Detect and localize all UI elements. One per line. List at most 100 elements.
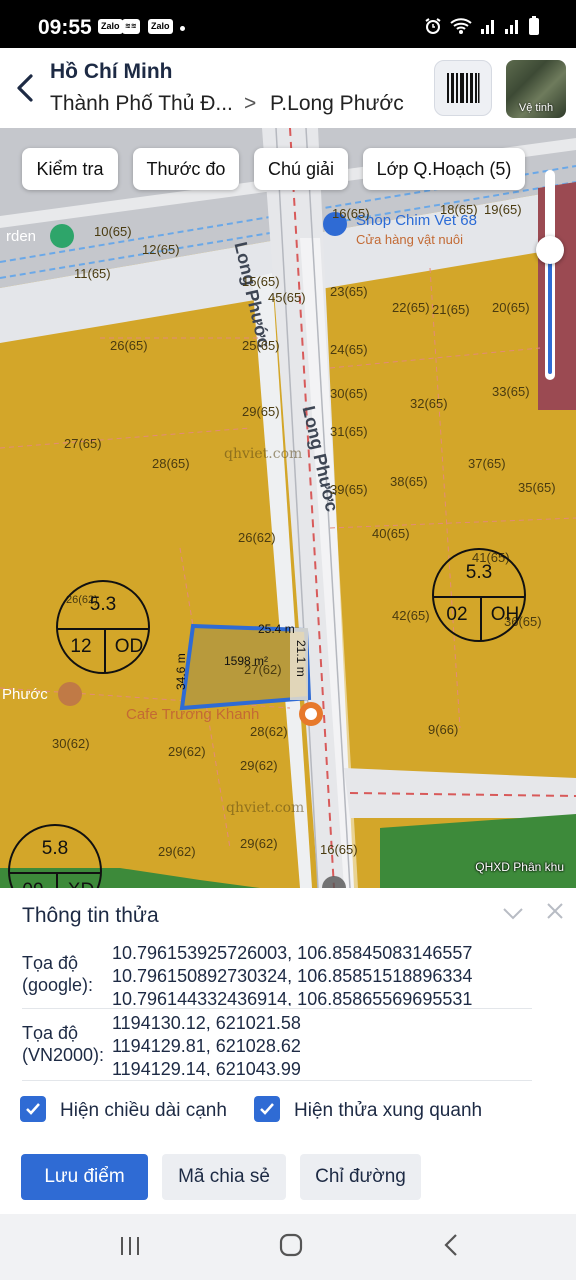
lot-label: 11(65) <box>74 266 111 281</box>
lot-label: 29(62) <box>158 844 196 859</box>
save-point-button[interactable]: Lưu điểm <box>21 1154 148 1200</box>
show-neighbors-label[interactable]: Hiện thửa xung quanh <box>294 1100 482 1122</box>
lot-label: 42(65) <box>392 608 430 623</box>
lot-label: 22(65) <box>392 300 430 315</box>
recent-apps-icon[interactable] <box>118 1234 142 1258</box>
breadcrumb-ward[interactable]: P.Long Phước <box>270 92 404 116</box>
lot-label: 32(65) <box>410 396 448 411</box>
vn2000-coords-list: 1194130.12, 621021.58 1194129.81, 621028… <box>112 1012 532 1076</box>
signal-icon <box>505 20 518 34</box>
divider <box>22 1008 532 1009</box>
satellite-label: Vệ tinh <box>518 102 554 114</box>
system-icons <box>424 16 540 36</box>
lot-label: 31(65) <box>330 424 368 439</box>
lot-label: 26(65) <box>110 338 148 353</box>
vn2000-coord: 1194130.12, 621021.58 <box>112 1013 301 1033</box>
lot-label: 29(62) <box>240 758 278 773</box>
lot-label: 30(65) <box>330 386 368 401</box>
parcel-side-right-label: 21.1 m <box>294 640 308 677</box>
lot-label: 24(65) <box>330 342 368 357</box>
parcel-info-panel: Thông tin thửa Tọa độ (google): 10.79615… <box>0 888 576 1214</box>
zone-badge-type: OH <box>490 604 520 625</box>
check-chip[interactable]: Kiểm tra <box>22 148 118 190</box>
more-notifications-icon <box>180 26 185 31</box>
battery-icon <box>529 16 539 35</box>
barcode-scan-button[interactable] <box>434 60 492 116</box>
lot-label: 38(65) <box>390 474 428 489</box>
chevron-down-icon[interactable] <box>500 902 526 924</box>
google-coord: 10.796144332436914, 106.85865569695531 <box>112 989 473 1006</box>
home-icon[interactable] <box>278 1232 304 1258</box>
show-edges-checkbox[interactable] <box>20 1096 46 1122</box>
zone-badge-floors: 09 <box>10 880 56 888</box>
lot-label: 23(65) <box>330 284 368 299</box>
show-neighbors-checkbox[interactable] <box>254 1096 280 1122</box>
system-nav-bar <box>0 1214 576 1280</box>
lot-label: 37(65) <box>468 456 506 471</box>
lot-label: 28(62) <box>250 724 288 739</box>
alarm-icon <box>425 18 441 34</box>
planning-layer-chip[interactable]: Lớp Q.Hoạch (5) <box>363 148 525 190</box>
satellite-toggle-button[interactable]: Vệ tinh <box>506 60 566 118</box>
breadcrumb-separator: > <box>244 92 257 115</box>
zalo-notification-icon: Zalo <box>148 19 173 34</box>
lot-label: 16(65) <box>332 206 370 221</box>
vn2000-coord: 1194129.81, 621028.62 <box>112 1036 301 1056</box>
zone-badge[interactable]: 5.3 02 OH <box>432 548 526 642</box>
zone-badge-density: 5.3 <box>465 562 493 583</box>
map-attribution: QHXD Phân khu <box>475 860 564 874</box>
lot-label: 20(65) <box>492 300 530 315</box>
back-arrow-icon[interactable] <box>12 70 40 106</box>
panel-title: Thông tin thửa <box>22 904 159 927</box>
breadcrumb-city[interactable]: Thành Phố Thủ Đ... <box>50 92 233 116</box>
zone-badge-density: 5.8 <box>41 838 69 859</box>
status-time: 09:55 <box>38 16 92 39</box>
directions-button[interactable]: Chỉ đường <box>300 1154 421 1200</box>
zone-badge-type: OD <box>114 636 144 657</box>
zone-badge-floors: 02 <box>446 604 468 625</box>
lot-label: 10(65) <box>94 224 132 239</box>
parcel-area-label: 1598 m² <box>224 654 269 668</box>
show-edges-label[interactable]: Hiện chiều dài cạnh <box>60 1100 227 1122</box>
map-base <box>0 128 576 888</box>
divider <box>22 1080 532 1081</box>
page-title: Hồ Chí Minh <box>50 60 173 83</box>
wifi-icon <box>450 18 472 34</box>
share-code-button[interactable]: Mã chia sẻ <box>162 1154 286 1200</box>
google-coord: 10.796150892730324, 106.85851518896334 <box>112 966 473 986</box>
status-bar: 09:55 Zalo ≋≋ Zalo <box>0 0 576 48</box>
check-icon <box>260 1103 274 1115</box>
poi-left-label: Phước <box>2 686 48 703</box>
parcel-side-left-label: 34.6 m <box>174 653 188 690</box>
zoom-slider-fill <box>548 250 552 374</box>
top-header: Hồ Chí Minh Thành Phố Thủ Đ... > P.Long … <box>0 48 576 128</box>
google-coords-label: Tọa độ (google): <box>22 953 94 995</box>
lot-label: 15(65) <box>242 274 280 289</box>
lot-label: 28(65) <box>152 456 190 471</box>
google-coords-list: 10.796153925726003, 106.85845083146557 1… <box>112 942 532 1006</box>
signal-icon <box>481 20 494 34</box>
lot-label: 16(65) <box>320 842 358 857</box>
lot-label: 29(65) <box>242 404 280 419</box>
lot-label: 30(62) <box>52 736 90 751</box>
lot-label: 18(65) <box>440 202 478 217</box>
zoom-slider-thumb[interactable] <box>536 236 564 264</box>
measure-chip[interactable]: Thước đo <box>133 148 239 190</box>
map-view[interactable]: Kiểm tra Thước đo Chú giải Lớp Q.Hoạch (… <box>0 128 576 888</box>
zone-badge[interactable]: 5.3 12 OD <box>56 580 150 674</box>
vn2000-coords-label: Tọa độ (VN2000): <box>22 1023 105 1065</box>
lot-label: 27(65) <box>64 436 102 451</box>
zalo-notification-icon: Zalo <box>98 19 123 34</box>
zone-badge-floors: 12 <box>70 636 92 657</box>
parcel-side-top-label: 25.4 m <box>258 622 295 636</box>
watermark: qhviet.com <box>224 446 303 462</box>
zalo-notification-icon: ≋≋ <box>122 19 140 34</box>
lot-label: 39(65) <box>330 482 368 497</box>
poi-cafe-label[interactable]: Cafe Trương Khanh <box>126 706 259 723</box>
close-icon[interactable] <box>542 898 568 924</box>
map-toolbar: Kiểm tra Thước đo Chú giải Lớp Q.Hoạch (… <box>0 148 576 192</box>
zone-badge-density: 5.3 <box>89 594 117 615</box>
legend-chip[interactable]: Chú giải <box>254 148 348 190</box>
back-icon[interactable] <box>440 1232 464 1258</box>
vn2000-coord: 1194129.14, 621043.99 <box>112 1059 301 1076</box>
